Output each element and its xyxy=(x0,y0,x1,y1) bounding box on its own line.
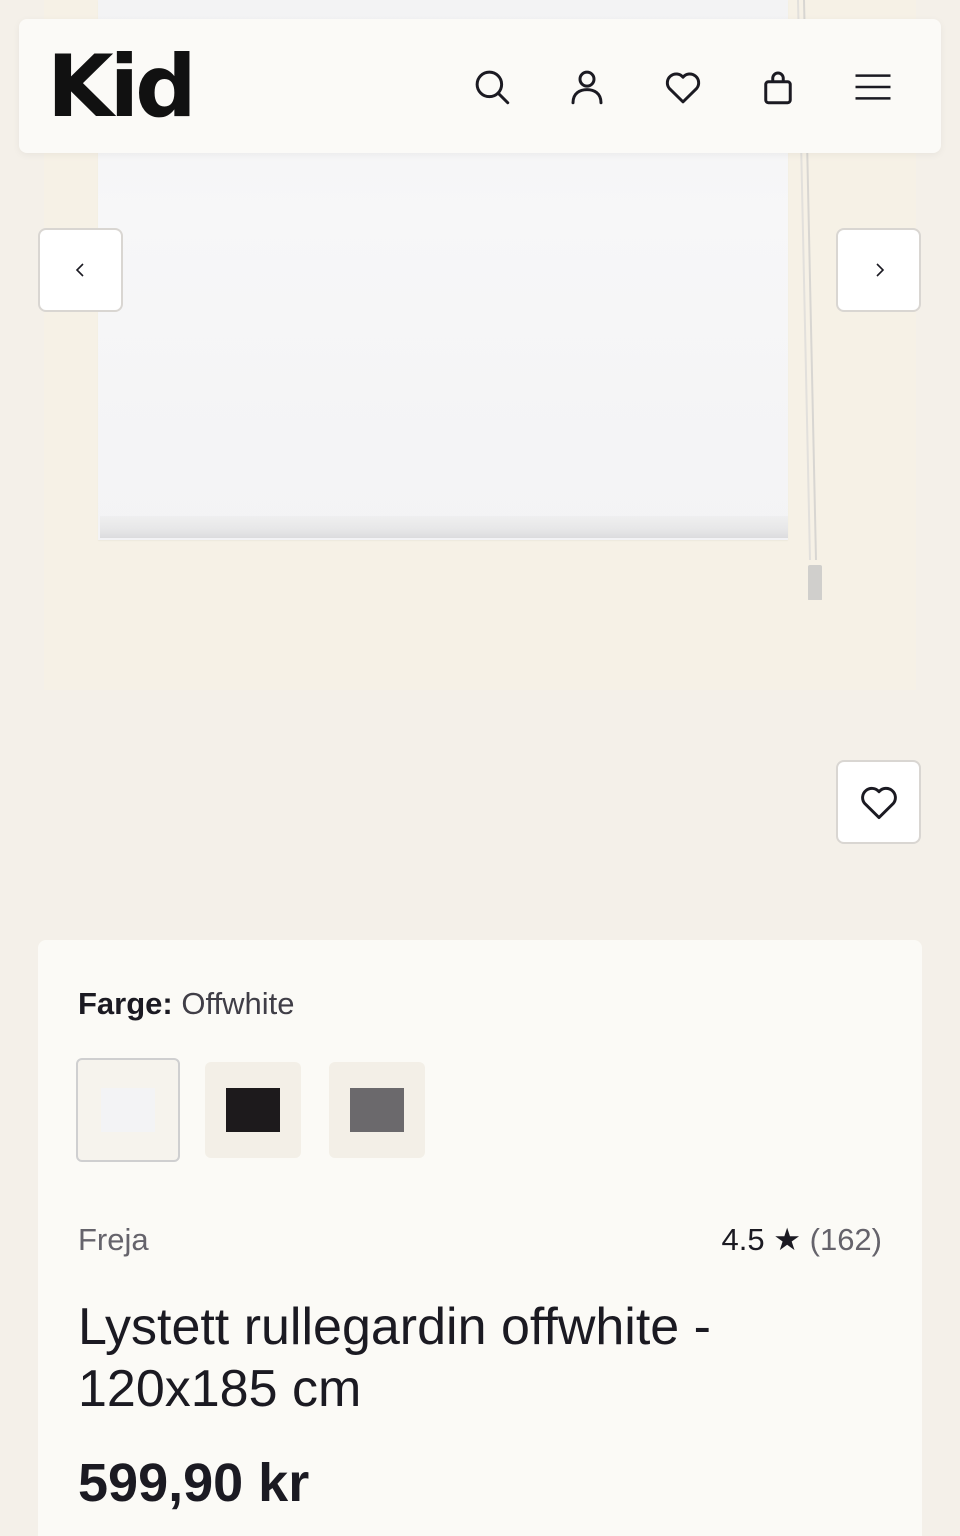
brand-name[interactable]: Freja xyxy=(78,1222,149,1258)
product-price: 599,90 kr xyxy=(78,1453,310,1513)
swatch-image xyxy=(226,1088,280,1132)
account-button[interactable] xyxy=(561,61,613,113)
product-info-panel: Farge: Offwhite Freja 4.5 ★ (162) Lystet… xyxy=(38,940,922,1536)
search-button[interactable] xyxy=(466,61,518,113)
account-icon xyxy=(571,70,603,105)
product-title: Lystett rullegardin offwhite - 120x185 c… xyxy=(78,1298,711,1418)
star-icon: ★ xyxy=(773,1222,801,1257)
menu-button[interactable] xyxy=(847,61,899,113)
swatch-image xyxy=(101,1088,155,1132)
color-value: Offwhite xyxy=(181,986,295,1021)
rating-value: 4.5 xyxy=(721,1222,765,1257)
search-icon xyxy=(475,70,510,105)
color-swatch-black[interactable] xyxy=(205,1062,301,1158)
product-rating[interactable]: 4.5 ★ (162) xyxy=(721,1222,882,1258)
kid-logo[interactable]: Kid xyxy=(47,39,197,135)
heart-icon xyxy=(665,72,701,104)
wishlist-button[interactable] xyxy=(657,61,709,113)
swatch-image xyxy=(350,1088,404,1132)
color-selector-label: Farge: Offwhite xyxy=(78,986,295,1022)
heart-icon xyxy=(860,786,897,820)
chevron-right-icon xyxy=(875,263,884,277)
menu-icon xyxy=(855,74,891,100)
cart-button[interactable] xyxy=(752,61,804,113)
review-count: (162) xyxy=(809,1222,882,1257)
previous-image-button[interactable] xyxy=(38,228,123,312)
roller-blind-bottom-bar xyxy=(100,516,788,538)
site-header: Kid xyxy=(19,19,941,153)
color-swatch-offwhite[interactable] xyxy=(76,1058,180,1162)
color-label: Farge: xyxy=(78,986,173,1021)
add-to-wishlist-button[interactable] xyxy=(836,760,921,844)
chevron-left-icon xyxy=(75,263,84,277)
shopping-bag-icon xyxy=(764,71,792,105)
next-image-button[interactable] xyxy=(836,228,921,312)
color-swatch-grey[interactable] xyxy=(329,1062,425,1158)
